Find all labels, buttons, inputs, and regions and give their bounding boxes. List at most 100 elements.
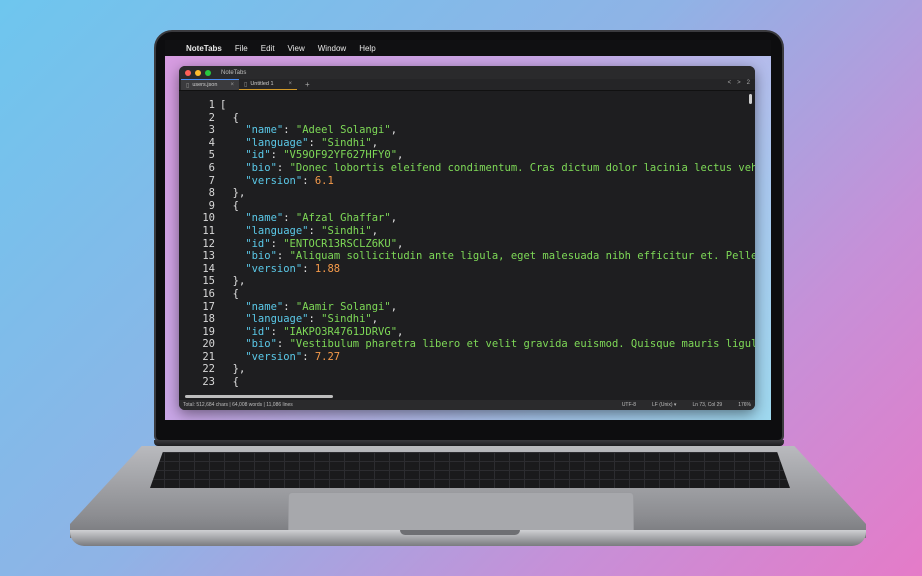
menu-help[interactable]: Help — [359, 44, 375, 53]
line-endings-selector[interactable]: LF (Unix) ▾ — [652, 402, 676, 408]
code-text-area[interactable]: [ { "name": "Adeel Solangi", "language":… — [215, 92, 755, 400]
tab-users-json[interactable]: ▯ users.json × — [181, 79, 239, 90]
code-line[interactable]: "version": 6.1 — [220, 175, 755, 188]
line-number: 13 — [202, 250, 215, 263]
code-line[interactable]: "version": 1.88 — [220, 263, 755, 276]
code-line[interactable]: "bio": "Vestibulum pharetra libero et ve… — [220, 338, 755, 351]
document-stats: Total: 512,684 chars | 64,008 words | 11… — [183, 402, 293, 408]
code-token: , — [390, 212, 398, 225]
line-number: 17 — [202, 300, 215, 313]
zoom-level[interactable]: 176% — [738, 402, 751, 408]
code-token: : — [283, 300, 296, 313]
code-token: "id" — [220, 325, 271, 338]
code-line[interactable]: "language": "Sindhi", — [220, 225, 755, 238]
code-line[interactable]: "bio": "Aliquam sollicitudin ante ligula… — [220, 250, 755, 263]
code-line[interactable]: [ — [220, 99, 755, 112]
horizontal-scrollbar[interactable] — [185, 395, 333, 398]
new-tab-button[interactable]: + — [305, 80, 310, 89]
code-token: : — [276, 338, 290, 351]
line-number: 22 — [202, 363, 215, 376]
title-bar[interactable]: NoteTabs — [179, 66, 755, 79]
code-token: "Adeel Solangi" — [295, 124, 391, 137]
code-token: 1.88 — [314, 262, 341, 275]
code-line[interactable]: "bio": "Donec lobortis eleifend condimen… — [220, 162, 755, 175]
code-line[interactable]: "version": 7.27 — [220, 351, 755, 364]
code-token: "ENTOCR13RSCLZ6KU" — [283, 237, 398, 250]
close-window-button[interactable] — [185, 69, 191, 76]
cursor-position[interactable]: Ln 73, Col 29 — [692, 402, 722, 408]
window-title: NoteTabs — [221, 69, 247, 76]
line-number: 15 — [202, 275, 215, 288]
code-token: }, — [220, 363, 246, 376]
code-line[interactable]: "id": "V59OF92YF627HFY0", — [220, 149, 755, 162]
code-token: "bio" — [220, 161, 277, 174]
tab-count[interactable]: 2 — [747, 80, 750, 86]
code-token: }, — [220, 275, 246, 288]
code-token: "id" — [220, 237, 271, 250]
code-token: "language" — [220, 313, 309, 326]
laptop-hinge — [154, 440, 784, 446]
code-token: : — [302, 350, 315, 363]
code-line[interactable]: }, — [220, 275, 755, 288]
code-token: "Aamir Solangi" — [295, 300, 391, 313]
vertical-scrollbar[interactable] — [749, 94, 752, 104]
menu-edit[interactable]: Edit — [261, 44, 275, 53]
code-line[interactable]: "name": "Aamir Solangi", — [220, 301, 755, 314]
line-number: 16 — [202, 287, 215, 300]
tab-untitled-1[interactable]: ▯ Untitled 1 × — [239, 79, 297, 90]
code-token: , — [390, 124, 398, 137]
tab-close-icon[interactable]: × — [288, 81, 292, 87]
line-number: 9 — [208, 199, 215, 212]
line-number: 19 — [202, 325, 215, 338]
document-icon: ▯ — [244, 81, 248, 88]
menu-bar: NoteTabs File Edit View Window Help — [165, 40, 771, 56]
code-line[interactable]: "id": "ENTOCR13RSCLZ6KU", — [220, 238, 755, 251]
code-token: 7.27 — [314, 350, 341, 363]
line-number: 20 — [202, 338, 215, 351]
code-token: , — [371, 313, 379, 326]
line-number: 23 — [202, 376, 215, 389]
code-line[interactable]: "language": "Sindhi", — [220, 313, 755, 326]
code-token: "version" — [220, 262, 303, 275]
code-line[interactable]: { — [220, 112, 755, 125]
tab-label: users.json — [192, 82, 218, 88]
code-token: "id" — [220, 149, 271, 162]
code-line[interactable]: }, — [220, 187, 755, 200]
code-token: "language" — [220, 136, 309, 149]
line-number: 12 — [202, 237, 215, 250]
line-number: 6 — [208, 161, 215, 174]
code-editor[interactable]: 1 2 3 4 5 6 7 8 9 10 11 12 13 14 15 16 17 18 19 20 21 22 23 [ … — [179, 92, 755, 400]
menu-file[interactable]: File — [235, 44, 248, 53]
code-token: : — [270, 325, 284, 338]
code-line[interactable]: "id": "IAKPO3R4761JDRVG", — [220, 326, 755, 339]
code-token: "version" — [220, 350, 303, 363]
next-tab-button[interactable]: > — [737, 80, 741, 86]
code-token: : — [276, 250, 290, 263]
line-number: 14 — [202, 262, 215, 275]
line-number: 8 — [208, 187, 215, 200]
encoding-selector[interactable]: UTF-8 — [622, 402, 636, 408]
code-token: : — [308, 224, 322, 237]
code-line[interactable]: { — [220, 200, 755, 213]
code-token: "Vestibulum pharetra libero et velit gra… — [289, 338, 755, 351]
code-line[interactable]: { — [220, 288, 755, 301]
app-menu[interactable]: NoteTabs — [186, 44, 222, 53]
tab-close-icon[interactable]: × — [230, 82, 234, 88]
code-token: }, — [220, 187, 246, 200]
code-token: "bio" — [220, 250, 277, 263]
code-token: "name" — [220, 124, 284, 137]
menu-view[interactable]: View — [288, 44, 305, 53]
minimize-window-button[interactable] — [195, 69, 201, 76]
code-token: { — [220, 287, 239, 300]
code-line[interactable]: "name": "Afzal Ghaffar", — [220, 212, 755, 225]
menu-window[interactable]: Window — [318, 44, 346, 53]
prev-tab-button[interactable]: < — [728, 80, 732, 86]
code-token: , — [371, 224, 379, 237]
code-line[interactable]: "name": "Adeel Solangi", — [220, 124, 755, 137]
code-token: , — [397, 149, 404, 162]
code-token: , — [371, 136, 379, 149]
code-line[interactable]: }, — [220, 363, 755, 376]
code-line[interactable]: { — [220, 376, 755, 389]
zoom-window-button[interactable] — [205, 69, 211, 76]
code-line[interactable]: "language": "Sindhi", — [220, 137, 755, 150]
